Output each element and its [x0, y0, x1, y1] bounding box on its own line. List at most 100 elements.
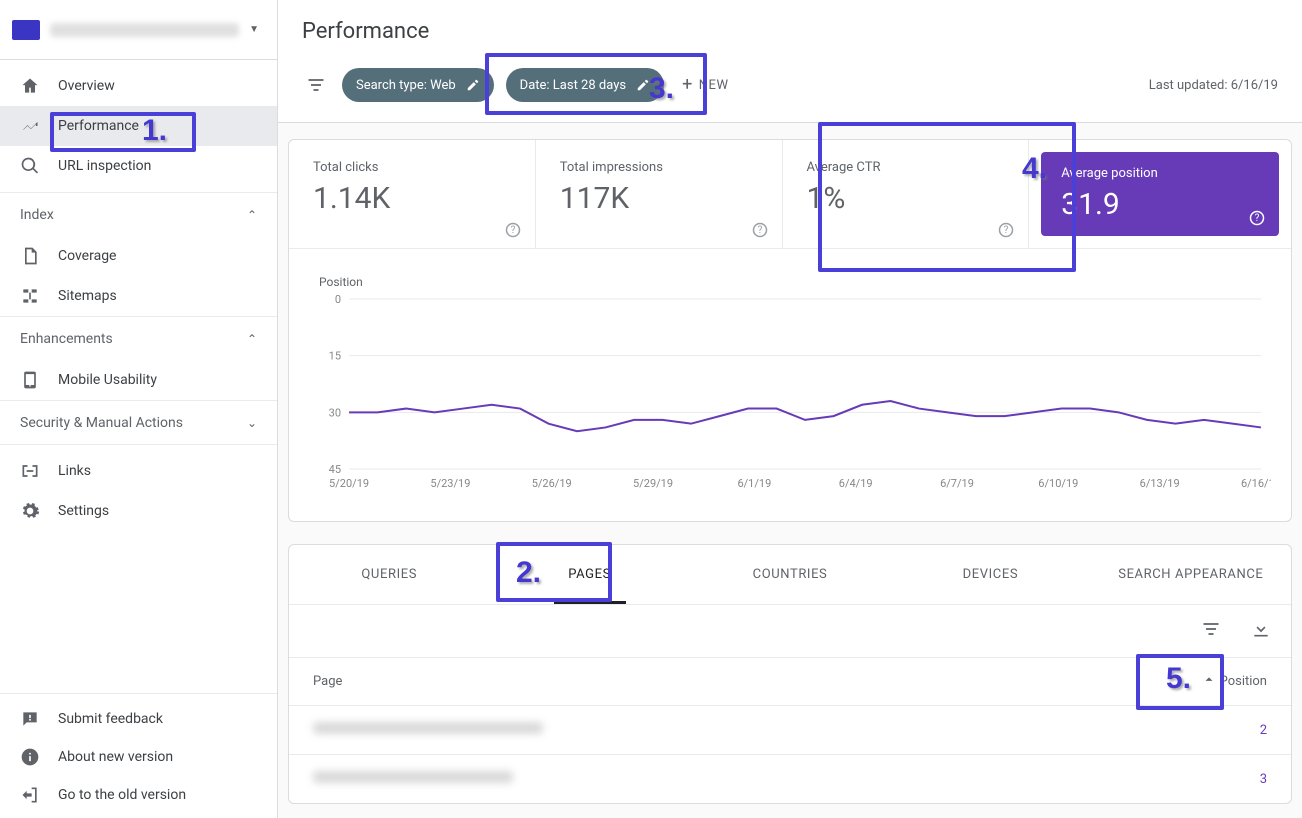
help-icon[interactable]: ?	[752, 222, 768, 238]
column-header-page[interactable]: Page	[313, 674, 1147, 689]
home-icon	[20, 76, 40, 96]
filters-bar: Search type: Web Date: Last 28 days + NE…	[278, 62, 1302, 123]
sidebar-item-label: Submit feedback	[58, 711, 163, 727]
sidebar-item-settings[interactable]: Settings	[0, 491, 277, 531]
cell-position: 3	[1147, 772, 1267, 787]
sidebar-item-label: Settings	[58, 503, 109, 519]
section-title: Index	[20, 207, 54, 223]
help-icon[interactable]: ?	[505, 222, 521, 238]
mobile-icon	[20, 370, 40, 390]
chip-label: Search type: Web	[356, 78, 456, 93]
sidebar-item-label: About new version	[58, 749, 173, 765]
metric-average-ctr[interactable]: Average CTR 1% ?	[783, 140, 1030, 248]
performance-chart-card: Total clicks 1.14K ? Total impressions 1…	[288, 139, 1292, 522]
chip-search-type[interactable]: Search type: Web	[342, 68, 494, 102]
svg-text:0: 0	[335, 293, 341, 306]
results-card: QUERIES PAGES COUNTRIES DEVICES SEARCH A…	[288, 544, 1292, 804]
sidebar-item-label: Coverage	[58, 248, 116, 264]
content-scroll[interactable]: Total clicks 1.14K ? Total impressions 1…	[278, 123, 1302, 818]
new-label: NEW	[699, 78, 729, 93]
sidebar-item-about[interactable]: About new version	[0, 738, 277, 776]
metric-value: 1%	[807, 181, 1005, 216]
tab-label: COUNTRIES	[753, 567, 828, 582]
table-row[interactable]: 3	[289, 754, 1291, 803]
results-tabs: QUERIES PAGES COUNTRIES DEVICES SEARCH A…	[289, 545, 1291, 605]
filter-icon[interactable]	[302, 71, 330, 99]
tab-devices[interactable]: DEVICES	[890, 545, 1090, 604]
section-title: Enhancements	[20, 331, 113, 347]
section-header-index[interactable]: Index ⌃	[0, 192, 277, 236]
svg-text:?: ?	[1255, 213, 1260, 224]
sidebar-item-feedback[interactable]: Submit feedback	[0, 700, 277, 738]
tab-label: PAGES	[568, 567, 611, 582]
column-header-position[interactable]: Position	[1147, 674, 1267, 689]
table-header: Page Position	[289, 657, 1291, 705]
chip-date-range[interactable]: Date: Last 28 days	[506, 68, 664, 102]
cell-page	[313, 771, 1147, 787]
chip-label: Date: Last 28 days	[520, 78, 626, 93]
svg-text:30: 30	[329, 406, 341, 419]
sidebar-item-label: Links	[58, 463, 91, 479]
chevron-up-icon: ⌃	[247, 208, 257, 222]
chart-svg: 01530455/20/195/23/195/26/195/29/196/1/1…	[309, 293, 1271, 493]
sidebar-item-performance[interactable]: Performance	[0, 106, 277, 146]
property-favicon	[12, 20, 40, 40]
section-header-security[interactable]: Security & Manual Actions ⌄	[0, 400, 277, 444]
tab-search-appearance[interactable]: SEARCH APPEARANCE	[1091, 545, 1291, 604]
help-icon[interactable]: ?	[998, 222, 1014, 238]
help-icon[interactable]: ?	[1249, 210, 1265, 226]
sidebar-item-label: Go to the old version	[58, 787, 186, 803]
metric-label: Total impressions	[560, 160, 758, 175]
svg-text:?: ?	[1004, 225, 1009, 236]
add-filter-button[interactable]: + NEW	[676, 78, 728, 93]
sidebar-item-label: Mobile Usability	[58, 372, 157, 388]
tab-label: DEVICES	[963, 567, 1019, 582]
tab-pages[interactable]: PAGES	[489, 545, 689, 604]
sidebar-item-links[interactable]: Links	[0, 451, 277, 491]
metric-average-position[interactable]: Average position 31.9 ?	[1041, 152, 1279, 236]
chevron-down-icon: ⌄	[247, 416, 257, 430]
svg-text:6/10/19: 6/10/19	[1038, 477, 1078, 490]
sidebar-item-old-version[interactable]: Go to the old version	[0, 776, 277, 814]
chart-axis-title: Position	[319, 275, 1271, 289]
filter-icon[interactable]	[1201, 619, 1221, 643]
sidebar-item-label: URL inspection	[58, 158, 151, 174]
property-selector[interactable]: ▼	[0, 0, 277, 60]
gear-icon	[20, 501, 40, 521]
links-icon	[20, 461, 40, 481]
svg-text:5/23/19: 5/23/19	[430, 477, 470, 490]
svg-text:5/26/19: 5/26/19	[532, 477, 572, 490]
tab-queries[interactable]: QUERIES	[289, 545, 489, 604]
svg-text:45: 45	[329, 463, 341, 476]
metric-total-clicks[interactable]: Total clicks 1.14K ?	[289, 140, 536, 248]
chevron-up-icon: ⌃	[247, 332, 257, 346]
sidebar-footer: Submit feedback About new version Go to …	[0, 693, 277, 818]
svg-text:15: 15	[329, 350, 341, 363]
sidebar-item-label: Sitemaps	[58, 288, 117, 304]
svg-text:6/13/19: 6/13/19	[1140, 477, 1180, 490]
sidebar-item-overview[interactable]: Overview	[0, 66, 277, 106]
download-icon[interactable]	[1251, 619, 1271, 643]
svg-text:5/20/19: 5/20/19	[329, 477, 369, 490]
svg-text:5/29/19: 5/29/19	[633, 477, 673, 490]
sort-asc-icon	[1202, 675, 1216, 689]
sidebar-item-label: Performance	[58, 118, 139, 134]
metric-value: 31.9	[1061, 187, 1259, 222]
tab-countries[interactable]: COUNTRIES	[690, 545, 890, 604]
svg-text:6/16/19: 6/16/19	[1241, 477, 1271, 490]
svg-text:6/4/19: 6/4/19	[839, 477, 873, 490]
sidebar-item-coverage[interactable]: Coverage	[0, 236, 277, 276]
svg-text:?: ?	[757, 225, 762, 236]
svg-text:?: ?	[510, 225, 515, 236]
sidebar-item-sitemaps[interactable]: Sitemaps	[0, 276, 277, 316]
tab-label: SEARCH APPEARANCE	[1118, 567, 1263, 582]
property-label	[50, 23, 239, 37]
table-row[interactable]: 2	[289, 705, 1291, 754]
section-header-enhancements[interactable]: Enhancements ⌃	[0, 316, 277, 360]
metric-label: Average position	[1061, 166, 1259, 181]
metric-total-impressions[interactable]: Total impressions 117K ?	[536, 140, 783, 248]
sidebar-item-url-inspection[interactable]: URL inspection	[0, 146, 277, 186]
sidebar-item-mobile-usability[interactable]: Mobile Usability	[0, 360, 277, 400]
metric-value: 1.14K	[313, 181, 511, 216]
table-toolbar	[289, 605, 1291, 657]
